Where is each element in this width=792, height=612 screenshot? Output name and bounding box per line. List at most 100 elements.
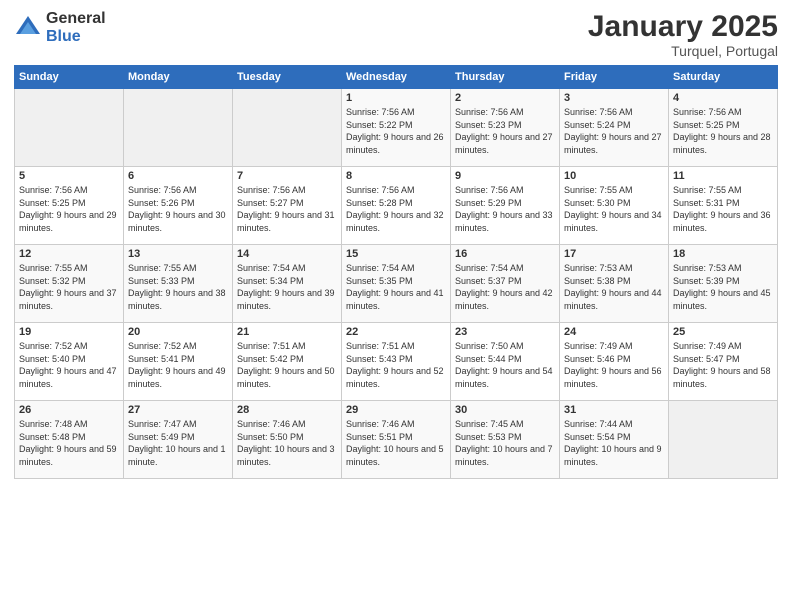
day-number: 25	[673, 326, 773, 338]
day-info: Sunrise: 7:56 AM Sunset: 5:28 PM Dayligh…	[346, 184, 446, 234]
day-info: Sunrise: 7:55 AM Sunset: 5:30 PM Dayligh…	[564, 184, 664, 234]
day-cell: 28 Sunrise: 7:46 AM Sunset: 5:50 PM Dayli…	[233, 401, 342, 479]
header: General Blue January 2025 Turquel, Portu…	[14, 10, 778, 59]
day-number: 20	[128, 326, 228, 338]
day-info: Sunrise: 7:55 AM Sunset: 5:31 PM Dayligh…	[673, 184, 773, 234]
day-cell: 22Sunrise: 7:51 AM Sunset: 5:43 PM Dayli…	[342, 323, 451, 401]
day-number: 13	[128, 248, 228, 260]
day-cell: 27Sunrise: 7:47 AM Sunset: 5:49 PM Dayli…	[124, 401, 233, 479]
day-cell: 25Sunrise: 7:49 AM Sunset: 5:47 PM Dayli…	[669, 323, 778, 401]
day-info: Sunrise: 7:47 AM Sunset: 5:49 PM Dayligh…	[128, 418, 228, 468]
day-number: 12	[19, 248, 119, 260]
day-number: 16	[455, 248, 555, 260]
weekday-header-monday: Monday	[124, 66, 233, 89]
day-number: 11	[673, 170, 773, 182]
weekday-header-row: SundayMondayTuesdayWednesdayThursdayFrid…	[15, 66, 778, 89]
day-info: Sunrise: 7:56 AM Sunset: 5:29 PM Dayligh…	[455, 184, 555, 234]
day-number: 9	[455, 170, 555, 182]
day-cell	[124, 89, 233, 167]
day-info: Sunrise: 7:56 AM Sunset: 5:24 PM Dayligh…	[564, 106, 664, 156]
day-cell: 21Sunrise: 7:51 AM Sunset: 5:42 PM Dayli…	[233, 323, 342, 401]
day-number: 18	[673, 248, 773, 260]
day-cell: 31 Sunrise: 7:44 AM Sunset: 5:54 PM Dayli…	[560, 401, 669, 479]
day-info: Sunrise: 7:52 AM Sunset: 5:40 PM Dayligh…	[19, 340, 119, 390]
day-info: Sunrise: 7:44 AM Sunset: 5:54 PM Dayligh…	[564, 418, 664, 468]
day-info: Sunrise: 7:45 AM Sunset: 5:53 PM Dayligh…	[455, 418, 555, 468]
week-row-5: 26Sunrise: 7:48 AM Sunset: 5:48 PM Dayli…	[15, 401, 778, 479]
weekday-header-friday: Friday	[560, 66, 669, 89]
day-cell: 7 Sunrise: 7:56 AM Sunset: 5:27 PM Daylig…	[233, 167, 342, 245]
day-number: 10	[564, 170, 664, 182]
weekday-header-saturday: Saturday	[669, 66, 778, 89]
day-number: 3	[564, 92, 664, 104]
day-cell: 6Sunrise: 7:56 AM Sunset: 5:26 PM Daylig…	[124, 167, 233, 245]
weekday-header-wednesday: Wednesday	[342, 66, 451, 89]
day-info: Sunrise: 7:51 AM Sunset: 5:43 PM Dayligh…	[346, 340, 446, 390]
day-cell: 16Sunrise: 7:54 AM Sunset: 5:37 PM Dayli…	[451, 245, 560, 323]
week-row-3: 12 Sunrise: 7:55 AM Sunset: 5:32 PM Dayli…	[15, 245, 778, 323]
week-row-2: 5 Sunrise: 7:56 AM Sunset: 5:25 PM Daylig…	[15, 167, 778, 245]
day-cell: 8 Sunrise: 7:56 AM Sunset: 5:28 PM Daylig…	[342, 167, 451, 245]
day-cell: 15 Sunrise: 7:54 AM Sunset: 5:35 PM Dayli…	[342, 245, 451, 323]
day-number: 5	[19, 170, 119, 182]
logo-general: General	[46, 10, 106, 27]
day-number: 8	[346, 170, 446, 182]
day-info: Sunrise: 7:49 AM Sunset: 5:46 PM Dayligh…	[564, 340, 664, 390]
day-cell: 29Sunrise: 7:46 AM Sunset: 5:51 PM Dayli…	[342, 401, 451, 479]
day-cell: 9 Sunrise: 7:56 AM Sunset: 5:29 PM Daylig…	[451, 167, 560, 245]
day-cell	[669, 401, 778, 479]
day-info: Sunrise: 7:56 AM Sunset: 5:25 PM Dayligh…	[19, 184, 119, 234]
day-info: Sunrise: 7:52 AM Sunset: 5:41 PM Dayligh…	[128, 340, 228, 390]
day-number: 21	[237, 326, 337, 338]
day-info: Sunrise: 7:55 AM Sunset: 5:33 PM Dayligh…	[128, 262, 228, 312]
day-cell: 19 Sunrise: 7:52 AM Sunset: 5:40 PM Dayli…	[15, 323, 124, 401]
day-cell: 3 Sunrise: 7:56 AM Sunset: 5:24 PM Daylig…	[560, 89, 669, 167]
day-number: 19	[19, 326, 119, 338]
day-number: 30	[455, 404, 555, 416]
day-cell: 24 Sunrise: 7:49 AM Sunset: 5:46 PM Dayli…	[560, 323, 669, 401]
calendar-page: General Blue January 2025 Turquel, Portu…	[0, 0, 792, 612]
day-number: 2	[455, 92, 555, 104]
day-cell: 5 Sunrise: 7:56 AM Sunset: 5:25 PM Daylig…	[15, 167, 124, 245]
day-number: 31	[564, 404, 664, 416]
day-number: 1	[346, 92, 446, 104]
day-info: Sunrise: 7:54 AM Sunset: 5:35 PM Dayligh…	[346, 262, 446, 312]
calendar-subtitle: Turquel, Portugal	[588, 43, 778, 59]
day-cell: 30 Sunrise: 7:45 AM Sunset: 5:53 PM Dayli…	[451, 401, 560, 479]
day-info: Sunrise: 7:50 AM Sunset: 5:44 PM Dayligh…	[455, 340, 555, 390]
logo-icon	[14, 14, 42, 42]
day-info: Sunrise: 7:46 AM Sunset: 5:50 PM Dayligh…	[237, 418, 337, 468]
week-row-4: 19 Sunrise: 7:52 AM Sunset: 5:40 PM Dayli…	[15, 323, 778, 401]
weekday-header-sunday: Sunday	[15, 66, 124, 89]
calendar-title: January 2025	[588, 10, 778, 43]
logo: General Blue	[14, 10, 106, 46]
day-info: Sunrise: 7:56 AM Sunset: 5:25 PM Dayligh…	[673, 106, 773, 156]
day-info: Sunrise: 7:46 AM Sunset: 5:51 PM Dayligh…	[346, 418, 446, 468]
day-info: Sunrise: 7:56 AM Sunset: 5:27 PM Dayligh…	[237, 184, 337, 234]
day-number: 7	[237, 170, 337, 182]
day-number: 17	[564, 248, 664, 260]
day-info: Sunrise: 7:53 AM Sunset: 5:39 PM Dayligh…	[673, 262, 773, 312]
day-number: 15	[346, 248, 446, 260]
day-cell: 12 Sunrise: 7:55 AM Sunset: 5:32 PM Dayli…	[15, 245, 124, 323]
title-block: January 2025 Turquel, Portugal	[588, 10, 778, 59]
day-number: 28	[237, 404, 337, 416]
day-cell: 11 Sunrise: 7:55 AM Sunset: 5:31 PM Dayli…	[669, 167, 778, 245]
day-number: 24	[564, 326, 664, 338]
calendar-table: SundayMondayTuesdayWednesdayThursdayFrid…	[14, 65, 778, 479]
day-number: 6	[128, 170, 228, 182]
day-cell: 14Sunrise: 7:54 AM Sunset: 5:34 PM Dayli…	[233, 245, 342, 323]
weekday-header-tuesday: Tuesday	[233, 66, 342, 89]
day-cell: 1Sunrise: 7:56 AM Sunset: 5:22 PM Daylig…	[342, 89, 451, 167]
day-info: Sunrise: 7:55 AM Sunset: 5:32 PM Dayligh…	[19, 262, 119, 312]
day-number: 14	[237, 248, 337, 260]
day-cell: 20 Sunrise: 7:52 AM Sunset: 5:41 PM Dayli…	[124, 323, 233, 401]
day-cell: 18 Sunrise: 7:53 AM Sunset: 5:39 PM Dayli…	[669, 245, 778, 323]
day-cell	[233, 89, 342, 167]
day-info: Sunrise: 7:48 AM Sunset: 5:48 PM Dayligh…	[19, 418, 119, 468]
day-cell: 26Sunrise: 7:48 AM Sunset: 5:48 PM Dayli…	[15, 401, 124, 479]
day-cell: 4 Sunrise: 7:56 AM Sunset: 5:25 PM Daylig…	[669, 89, 778, 167]
day-cell	[15, 89, 124, 167]
day-cell: 17Sunrise: 7:53 AM Sunset: 5:38 PM Dayli…	[560, 245, 669, 323]
day-number: 4	[673, 92, 773, 104]
